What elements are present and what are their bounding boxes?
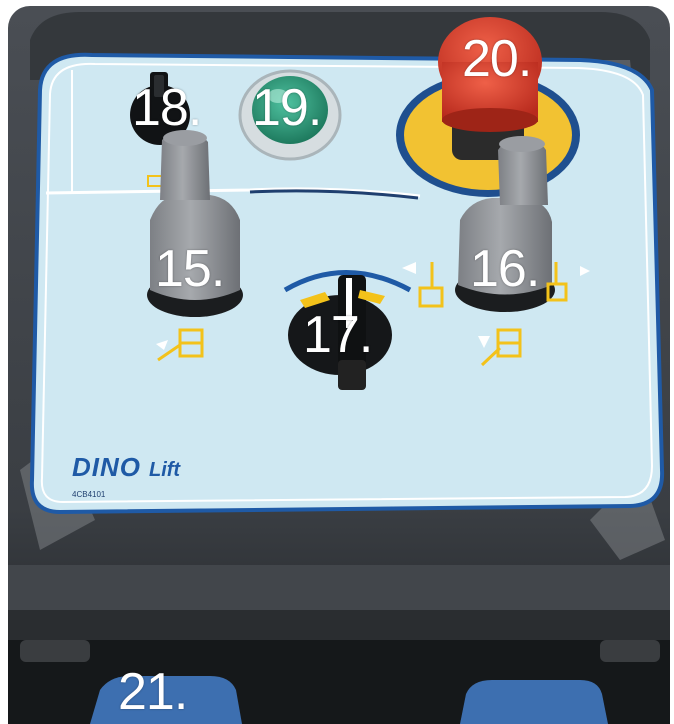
label-19: 19. — [252, 79, 322, 137]
brand-main: DINO — [72, 452, 141, 482]
panel-code: 4CB4101 — [72, 490, 106, 499]
label-15: 15. — [155, 240, 225, 298]
label-17: 17. — [303, 306, 373, 364]
label-16: 16. — [470, 240, 540, 298]
label-21: 21. — [118, 663, 188, 721]
brand-logo: DINO Lift — [72, 452, 180, 483]
brand-sub: Lift — [149, 459, 181, 481]
label-20: 20. — [462, 30, 532, 88]
label-18: 18. — [132, 79, 202, 137]
side-button-right[interactable] — [460, 680, 608, 724]
